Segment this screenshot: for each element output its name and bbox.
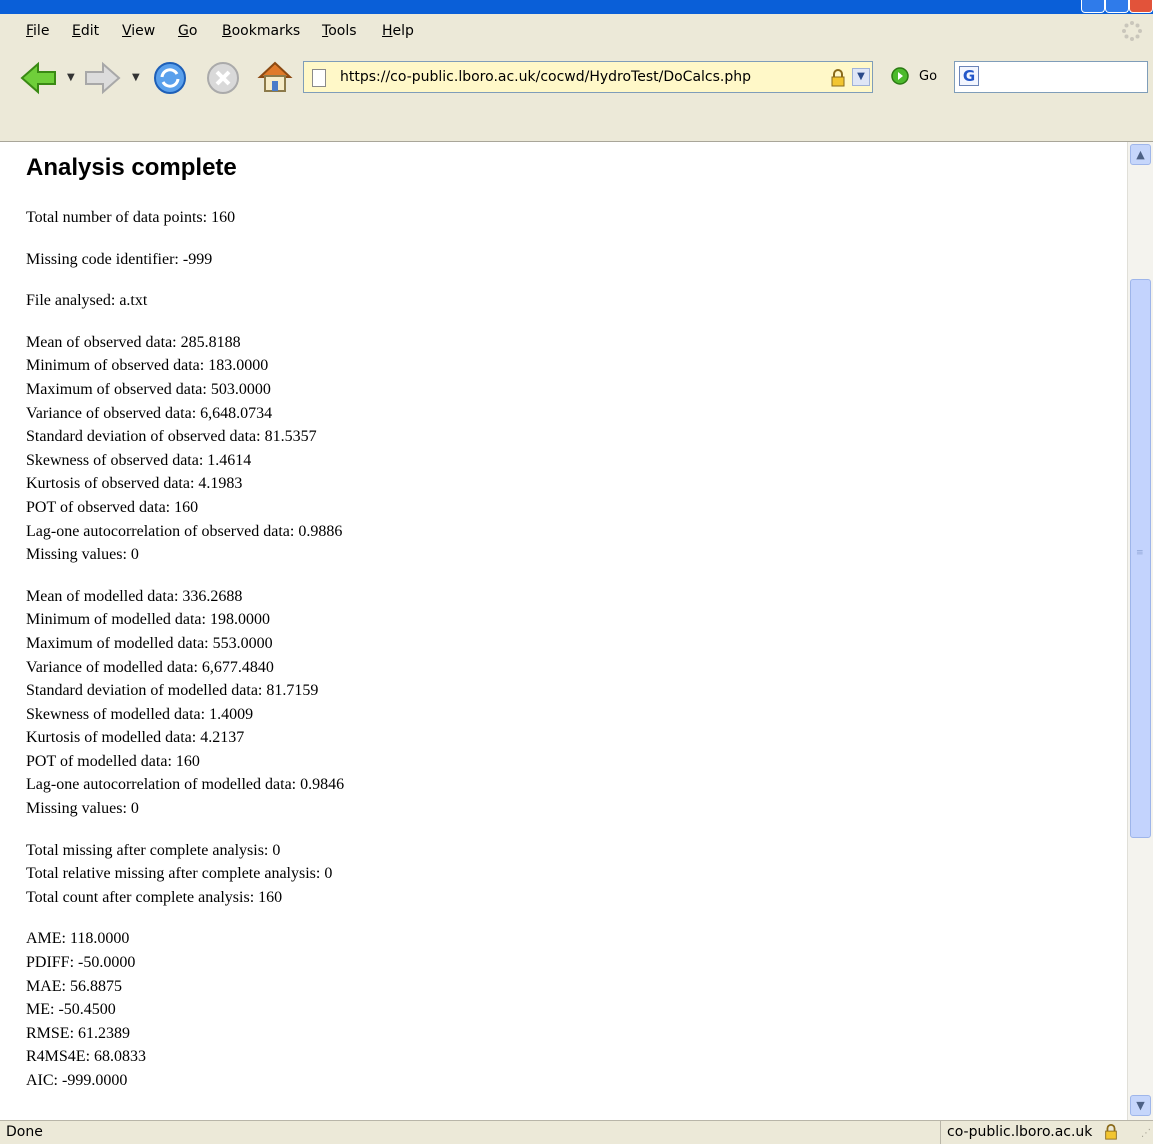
vertical-scrollbar[interactable]: ▲ ≡ ▼ — [1127, 142, 1153, 1120]
status-text: Done — [6, 1124, 43, 1140]
stat-line: Standard deviation of observed data: 81.… — [26, 428, 317, 446]
page-title: Analysis complete — [26, 154, 237, 181]
menu-tools[interactable]: Tools — [322, 23, 357, 39]
stat-line: Kurtosis of observed data: 4.1983 — [26, 475, 243, 493]
menu-view[interactable]: View — [122, 23, 155, 39]
metric-line: RMSE: 61.2389 — [26, 1024, 131, 1042]
menu-edit[interactable]: Edit — [72, 23, 99, 39]
secure-lock-icon[interactable] — [1103, 1124, 1119, 1140]
stat-line: Variance of modelled data: 6,677.4840 — [26, 658, 274, 676]
stat-line: POT of observed data: 160 — [26, 498, 199, 516]
modelled-stats: Mean of modelled data: 336.2688 Minimum … — [26, 585, 1106, 821]
resize-grip-icon[interactable]: ⋰ — [1141, 1128, 1151, 1139]
stat-line: Missing values: 0 — [26, 800, 139, 818]
menu-go[interactable]: Go — [178, 23, 197, 39]
window-title-bar — [0, 0, 1153, 14]
stat-line: Skewness of modelled data: 1.4009 — [26, 705, 254, 723]
stat-line: Mean of observed data: 285.8188 — [26, 333, 241, 351]
back-history-chevron-icon[interactable]: ▼ — [67, 72, 75, 83]
address-text[interactable]: https://co-public.lboro.ac.uk/cocwd/Hydr… — [340, 69, 751, 85]
summary-line: Missing code identifier: -999 — [26, 250, 213, 268]
forward-arrow-icon[interactable] — [83, 61, 121, 95]
minimize-button[interactable] — [1081, 0, 1105, 13]
menu-bar: File Edit View Go Bookmarks Tools Help — [0, 14, 1153, 48]
menu-bookmarks[interactable]: Bookmarks — [222, 23, 300, 39]
stat-line: Lag-one autocorrelation of observed data… — [26, 522, 343, 540]
close-window-button[interactable] — [1129, 0, 1153, 13]
menu-help[interactable]: Help — [382, 23, 414, 39]
page-icon — [312, 69, 326, 87]
address-history-dropdown[interactable]: ▼ — [852, 68, 870, 86]
bookmarks-toolbar — [0, 108, 1153, 142]
metric-line: AME: 118.0000 — [26, 930, 130, 948]
stat-line: Missing values: 0 — [26, 546, 139, 564]
stat-line: Minimum of observed data: 183.0000 — [26, 357, 269, 375]
stat-line: Total count after complete analysis: 160 — [26, 888, 283, 906]
go-button[interactable]: Go — [919, 69, 937, 84]
stat-line: Maximum of observed data: 503.0000 — [26, 380, 271, 398]
stat-line: Minimum of modelled data: 198.0000 — [26, 611, 270, 629]
stop-icon[interactable] — [205, 60, 241, 96]
search-input[interactable]: G — [954, 61, 1148, 93]
stat-line: Total missing after complete analysis: 0 — [26, 841, 281, 859]
search-engine-icon[interactable]: G — [959, 66, 979, 86]
navigation-toolbar: ▼ ▼ https://co-public.lboro.ac.uk/cocwd/… — [0, 48, 1153, 108]
scroll-down-button[interactable]: ▼ — [1130, 1095, 1151, 1116]
stat-line: POT of modelled data: 160 — [26, 752, 200, 770]
grip-icon: ≡ — [1136, 548, 1144, 558]
results-body: Total number of data points: 160 Missing… — [26, 206, 1106, 1111]
stat-line: Standard deviation of modelled data: 81.… — [26, 682, 319, 700]
home-icon[interactable] — [256, 58, 294, 96]
summary-line: File analysed: a.txt — [26, 292, 148, 310]
totals-block: Total missing after complete analysis: 0… — [26, 839, 1106, 910]
stat-line: Variance of observed data: 6,648.0734 — [26, 404, 273, 422]
go-arrow-icon[interactable] — [890, 66, 910, 86]
maximize-button[interactable] — [1105, 0, 1129, 13]
scroll-up-button[interactable]: ▲ — [1130, 144, 1151, 165]
throbber-icon — [1122, 21, 1142, 41]
summary-line: Total number of data points: 160 — [26, 209, 236, 226]
forward-history-chevron-icon[interactable]: ▼ — [132, 72, 140, 83]
back-arrow-icon[interactable] — [20, 61, 58, 95]
status-security-panel[interactable]: co-public.lboro.ac.uk — [940, 1121, 1131, 1144]
stat-line: Lag-one autocorrelation of modelled data… — [26, 776, 345, 794]
stat-line: Skewness of observed data: 1.4614 — [26, 451, 252, 469]
observed-stats: Mean of observed data: 285.8188 Minimum … — [26, 331, 1106, 567]
status-bar: Done co-public.lboro.ac.uk ⋰ — [0, 1120, 1153, 1144]
metric-line: ME: -50.4500 — [26, 1001, 116, 1019]
stat-line: Total relative missing after complete an… — [26, 865, 333, 883]
status-domain: co-public.lboro.ac.uk — [947, 1124, 1093, 1140]
metric-line: MAE: 56.8875 — [26, 977, 122, 995]
stat-line: Mean of modelled data: 336.2688 — [26, 587, 243, 605]
reload-icon[interactable] — [152, 60, 188, 96]
metric-line: PDIFF: -50.0000 — [26, 954, 136, 972]
metrics-block: AME: 118.0000 PDIFF: -50.0000 MAE: 56.88… — [26, 927, 1106, 1092]
page-content: Analysis complete Total number of data p… — [0, 142, 1127, 1120]
metric-line: R4MS4E: 68.0833 — [26, 1048, 147, 1066]
metric-line: AIC: -999.0000 — [26, 1072, 128, 1089]
stat-line: Kurtosis of modelled data: 4.2137 — [26, 729, 245, 747]
scrollbar-thumb[interactable]: ≡ — [1130, 279, 1151, 838]
secure-lock-icon[interactable] — [829, 69, 847, 87]
address-bar[interactable]: https://co-public.lboro.ac.uk/cocwd/Hydr… — [303, 61, 873, 93]
menu-file[interactable]: File — [26, 23, 49, 39]
stat-line: Maximum of modelled data: 553.0000 — [26, 634, 273, 652]
